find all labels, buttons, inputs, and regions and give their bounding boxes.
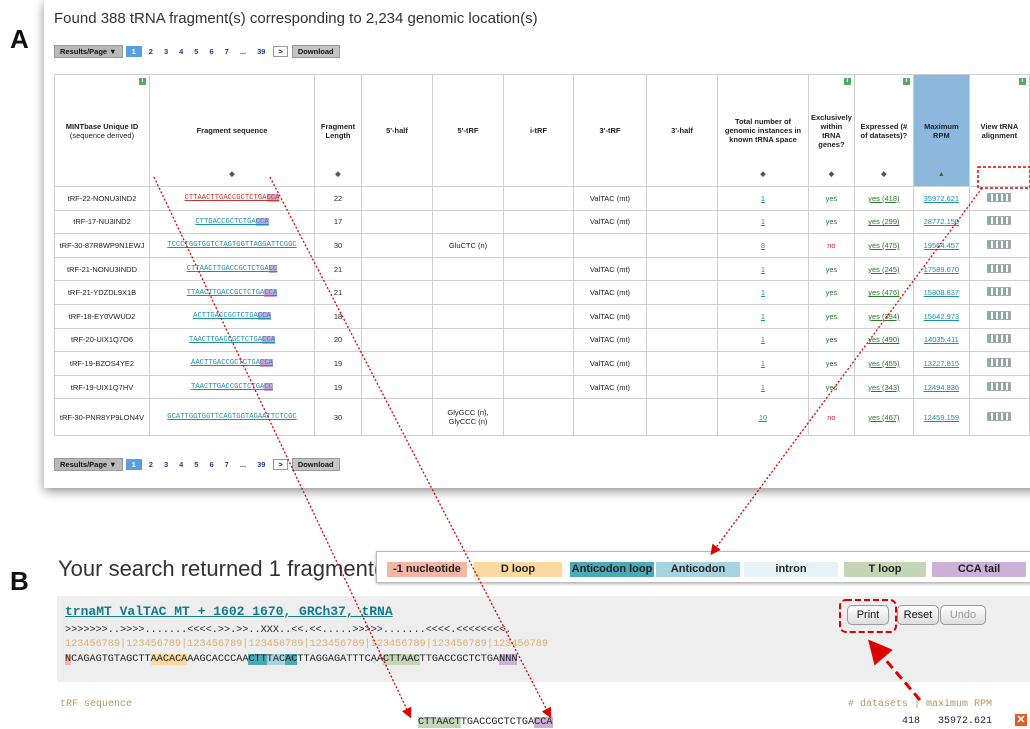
annotation-overlay: [153, 166, 1030, 719]
arrow-sequence-start: [153, 176, 412, 719]
arrow-print-button: [868, 639, 922, 701]
highlight-print-button: [839, 599, 897, 633]
highlight-alignment-icon: [977, 166, 1030, 189]
arrow-alignment-view: [710, 187, 983, 556]
arrow-sequence-end: [269, 176, 552, 719]
